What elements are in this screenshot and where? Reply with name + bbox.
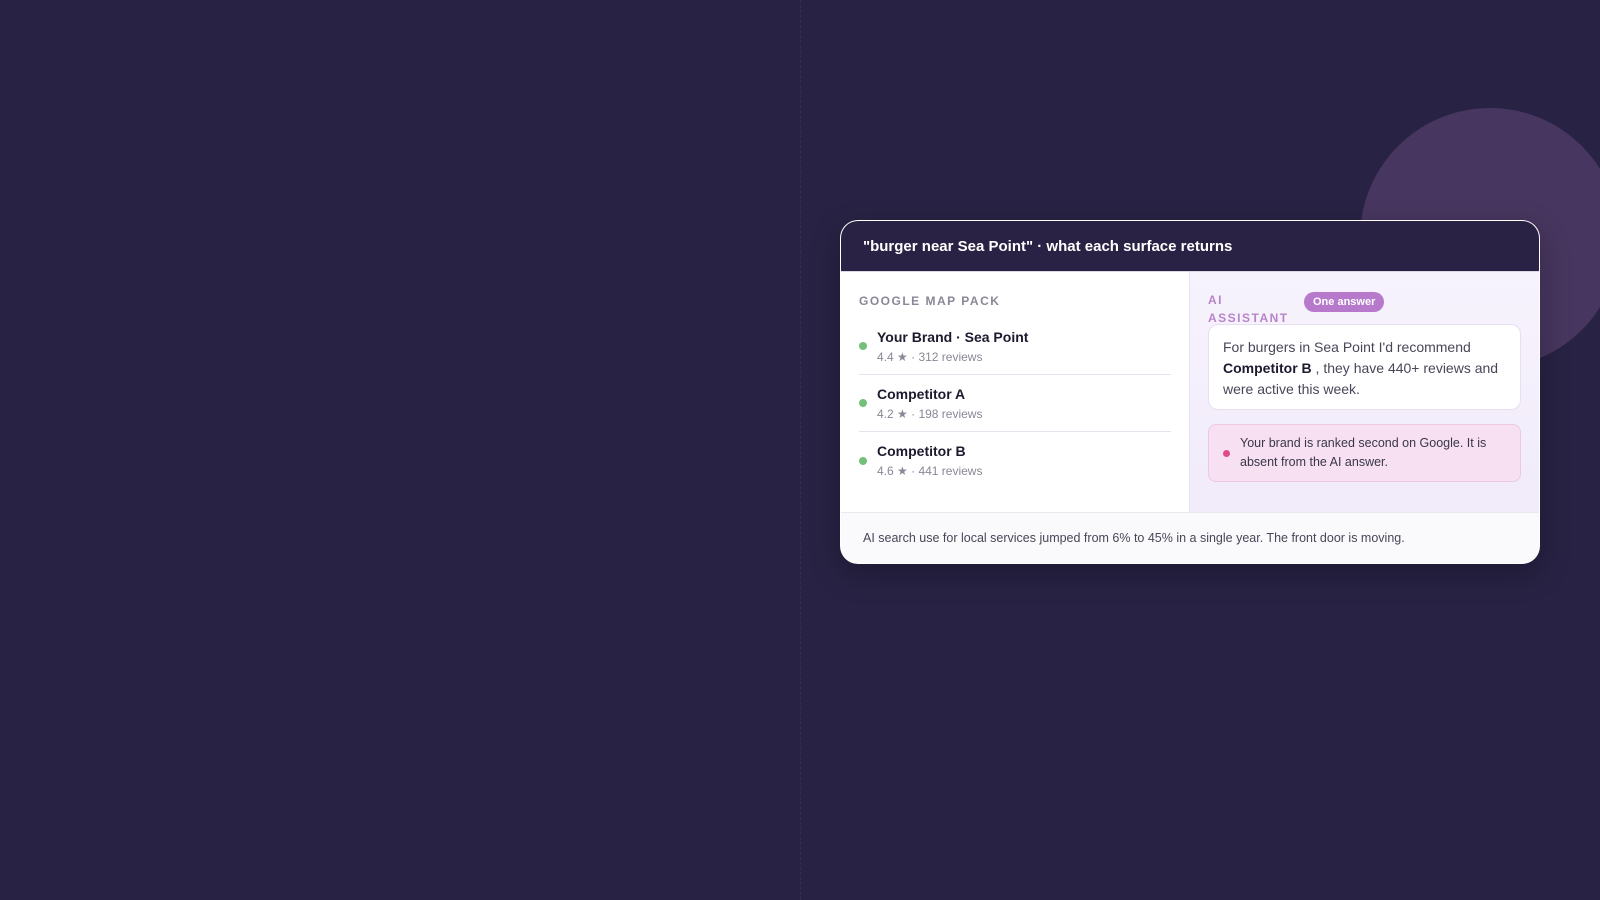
- list-item-meta: 4.4 ★ · 312 reviews: [877, 349, 983, 364]
- ai-answer-recommended-brand: Competitor B: [1223, 360, 1312, 376]
- background-divider: [800, 0, 801, 900]
- list-item-name: Your Brand · Sea Point: [877, 328, 1029, 345]
- map-pack-label: GOOGLE MAP PACK: [859, 294, 1001, 308]
- list-item-name: Competitor B: [877, 443, 966, 459]
- ai-answer-bubble: For burgers in Sea Point I'd recommend C…: [1208, 324, 1521, 410]
- search-comparison-card: "burger near Sea Point" · what each surf…: [840, 220, 1540, 564]
- status-dot: [859, 399, 867, 407]
- status-dot: [859, 456, 867, 465]
- list-item: Your Brand · Sea Point 4.4 ★ · 312 revie…: [859, 318, 1171, 375]
- map-pack-list: Your Brand · Sea Point 4.4 ★ · 312 revie…: [859, 318, 1171, 489]
- status-dot: [859, 342, 867, 350]
- ai-assistant-label: AI ASSISTANT: [1208, 293, 1289, 325]
- ai-answer-text-start: For burgers in Sea Point I'd recommend: [1223, 339, 1471, 355]
- list-item-name: Competitor A: [877, 385, 966, 402]
- list-item-meta: 4.6 ★ · 441 reviews: [877, 464, 983, 478]
- card-footer: AI search use for local services jumped …: [841, 512, 1539, 563]
- ai-assistant-header: AI ASSISTANT One answer: [1208, 292, 1521, 325]
- alert-dot: [1223, 449, 1230, 457]
- card-header: "burger near Sea Point" · what each surf…: [841, 221, 1539, 272]
- card-title: "burger near Sea Point" · what each surf…: [863, 237, 1233, 255]
- alert-text: Your brand is ranked second on Google. I…: [1240, 436, 1487, 469]
- one-answer-badge: One answer: [1304, 292, 1385, 312]
- list-item-text: Competitor A 4.2 ★ · 198 reviews: [877, 386, 982, 421]
- footer-text: AI search use for local services jumped …: [863, 531, 1405, 545]
- list-item-text: Your Brand · Sea Point 4.4 ★ · 312 revie…: [877, 329, 1028, 364]
- list-item-meta: 4.2 ★ · 198 reviews: [877, 406, 983, 421]
- card-body: GOOGLE MAP PACK Your Brand · Sea Point 4…: [841, 272, 1539, 512]
- ai-assistant-column: AI ASSISTANT One answer For burgers in S…: [1190, 272, 1539, 512]
- list-item: Competitor B 4.6 ★ · 441 reviews: [859, 432, 1171, 489]
- list-item-text: Competitor B 4.6 ★ · 441 reviews: [877, 443, 982, 478]
- absence-alert: Your brand is ranked second on Google. I…: [1208, 424, 1521, 482]
- list-item: Competitor A 4.2 ★ · 198 reviews: [859, 375, 1171, 432]
- map-pack-column: GOOGLE MAP PACK Your Brand · Sea Point 4…: [841, 272, 1190, 512]
